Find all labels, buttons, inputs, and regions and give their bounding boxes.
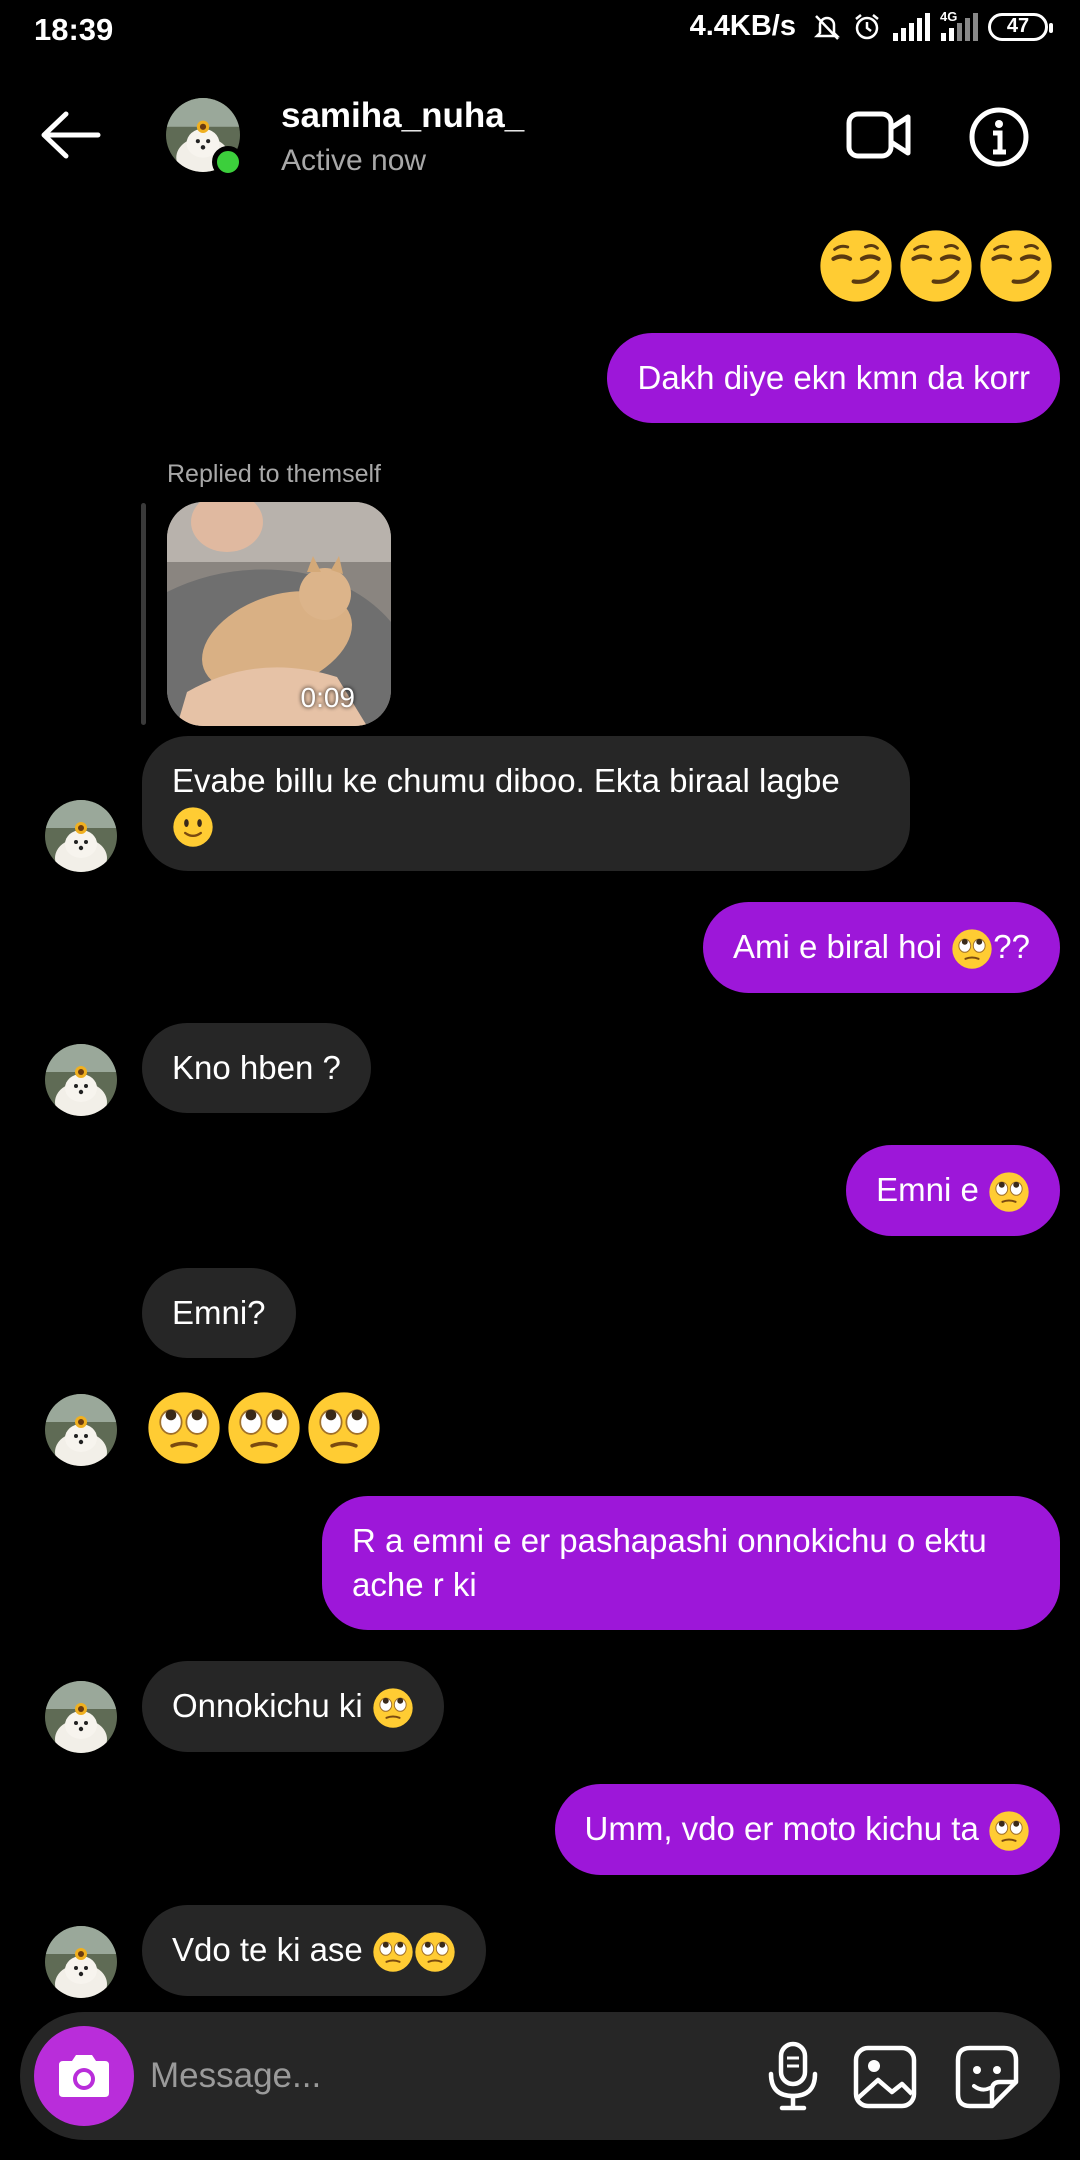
face-with-rolling-eyes-emoji [372,1687,414,1729]
status-bar: 18:39 4.4KB/s 4G 47 [0,0,1080,62]
video-duration: 0:09 [300,682,356,713]
reply-label: Replied to themself [167,460,382,488]
info-button[interactable] [968,106,1030,168]
signal-icon [892,12,930,41]
message-text: Ami e biral hoi [733,928,952,965]
message-bubble-received[interactable]: Evabe billu ke chumu diboo. Ekta biraal … [142,736,910,872]
message-text: Umm, vdo er moto kichu ta [584,1810,988,1847]
chat-screen: 18:39 4.4KB/s 4G 47 samiha_nuha_ Active … [0,0,1080,2160]
message-text: Emni e [876,1171,988,1208]
message-bubble-sent[interactable]: R a emni e er pashapashi onnokichu o ekt… [322,1496,1060,1630]
message-composer [20,2012,1060,2140]
face-with-rolling-eyes-emoji [146,1390,222,1466]
message-bubble-sent[interactable]: Umm, vdo er moto kichu ta 🙄 [554,1784,1060,1876]
message-emoji-only[interactable]: 😏😏😏 [818,228,1054,304]
face-with-rolling-eyes-emoji [306,1390,382,1466]
message-text: ache r ki [352,1566,477,1603]
microphone-button[interactable] [758,2040,828,2112]
smirking-face-emoji [898,228,974,304]
face-with-rolling-eyes-emoji [226,1390,302,1466]
camera-icon [59,2055,109,2097]
sender-avatar[interactable] [45,1394,117,1466]
message-text: Dakh diye ekn kmn da korr [637,359,1030,396]
message-bubble-received[interactable]: Kno hben ? [142,1023,371,1113]
gallery-icon [853,2045,917,2109]
message-text: R a emni e er pashapashi onnokichu o ekt… [352,1522,987,1559]
smirking-face-emoji [978,228,1054,304]
video-message-thumbnail[interactable]: 0:09 [167,502,391,726]
video-call-icon [846,111,911,159]
face-with-rolling-eyes-emoji [988,1810,1030,1852]
message-bubble-received[interactable]: Emni? [142,1268,296,1358]
back-button[interactable] [38,110,104,160]
sender-avatar[interactable] [45,1681,117,1753]
camera-button[interactable] [34,2026,134,2126]
message-text: Vdo te ki ase [172,1931,372,1968]
gallery-button[interactable] [850,2042,920,2112]
chat-header: samiha_nuha_ Active now [0,62,1080,212]
contact-status: Active now [281,144,427,177]
status-icons: 4.4KB/s 4G 47 [689,9,1053,43]
message-emoji-only[interactable]: 🙄🙄🙄 [146,1390,382,1466]
message-bubble-sent[interactable]: Dakh diye ekn kmn da korr [607,333,1060,423]
reply-indicator-bar [141,503,146,725]
message-text: Onnokichu ki [172,1687,372,1724]
contact-name[interactable]: samiha_nuha_ [281,96,524,136]
mute-bell-icon [812,12,842,42]
video-call-button[interactable] [846,106,912,164]
message-text: Emni? [172,1294,266,1331]
face-with-rolling-eyes-emoji [372,1931,414,1973]
signal-4g-icon: 4G [940,9,978,41]
face-with-rolling-eyes-emoji [988,1171,1030,1213]
online-indicator [212,146,244,178]
message-input[interactable] [150,2046,710,2106]
video-preview-image [167,502,391,726]
sender-avatar[interactable] [45,1926,117,1998]
battery-indicator: 47 [988,12,1053,41]
sender-avatar[interactable] [45,1044,117,1116]
message-bubble-sent[interactable]: Emni e 🙄 [846,1145,1060,1237]
back-arrow-icon [41,111,101,159]
message-text: Kno hben ? [172,1049,341,1086]
message-bubble-received[interactable]: Vdo te ki ase 🙄🙄 [142,1905,486,1997]
message-bubble-received[interactable]: Onnokichu ki 🙄 [142,1661,444,1753]
sender-avatar[interactable] [45,800,117,872]
status-time: 18:39 [34,12,114,47]
network-speed: 4.4KB/s [689,10,796,42]
info-icon [969,107,1029,167]
face-with-rolling-eyes-emoji [414,1931,456,1973]
sticker-button[interactable] [952,2042,1022,2112]
smirking-face-emoji [818,228,894,304]
face-with-rolling-eyes-emoji [951,928,993,970]
slightly-smiling-face-emoji [172,806,214,848]
network-type: 4G [940,8,958,24]
message-text-suffix: ?? [993,928,1030,965]
message-bubble-sent[interactable]: Ami e biral hoi 🙄?? [703,902,1060,994]
message-text: Evabe billu ke chumu diboo. Ekta biraal … [172,762,840,799]
sticker-icon [955,2045,1019,2109]
alarm-icon [852,12,882,42]
microphone-icon [768,2041,818,2111]
